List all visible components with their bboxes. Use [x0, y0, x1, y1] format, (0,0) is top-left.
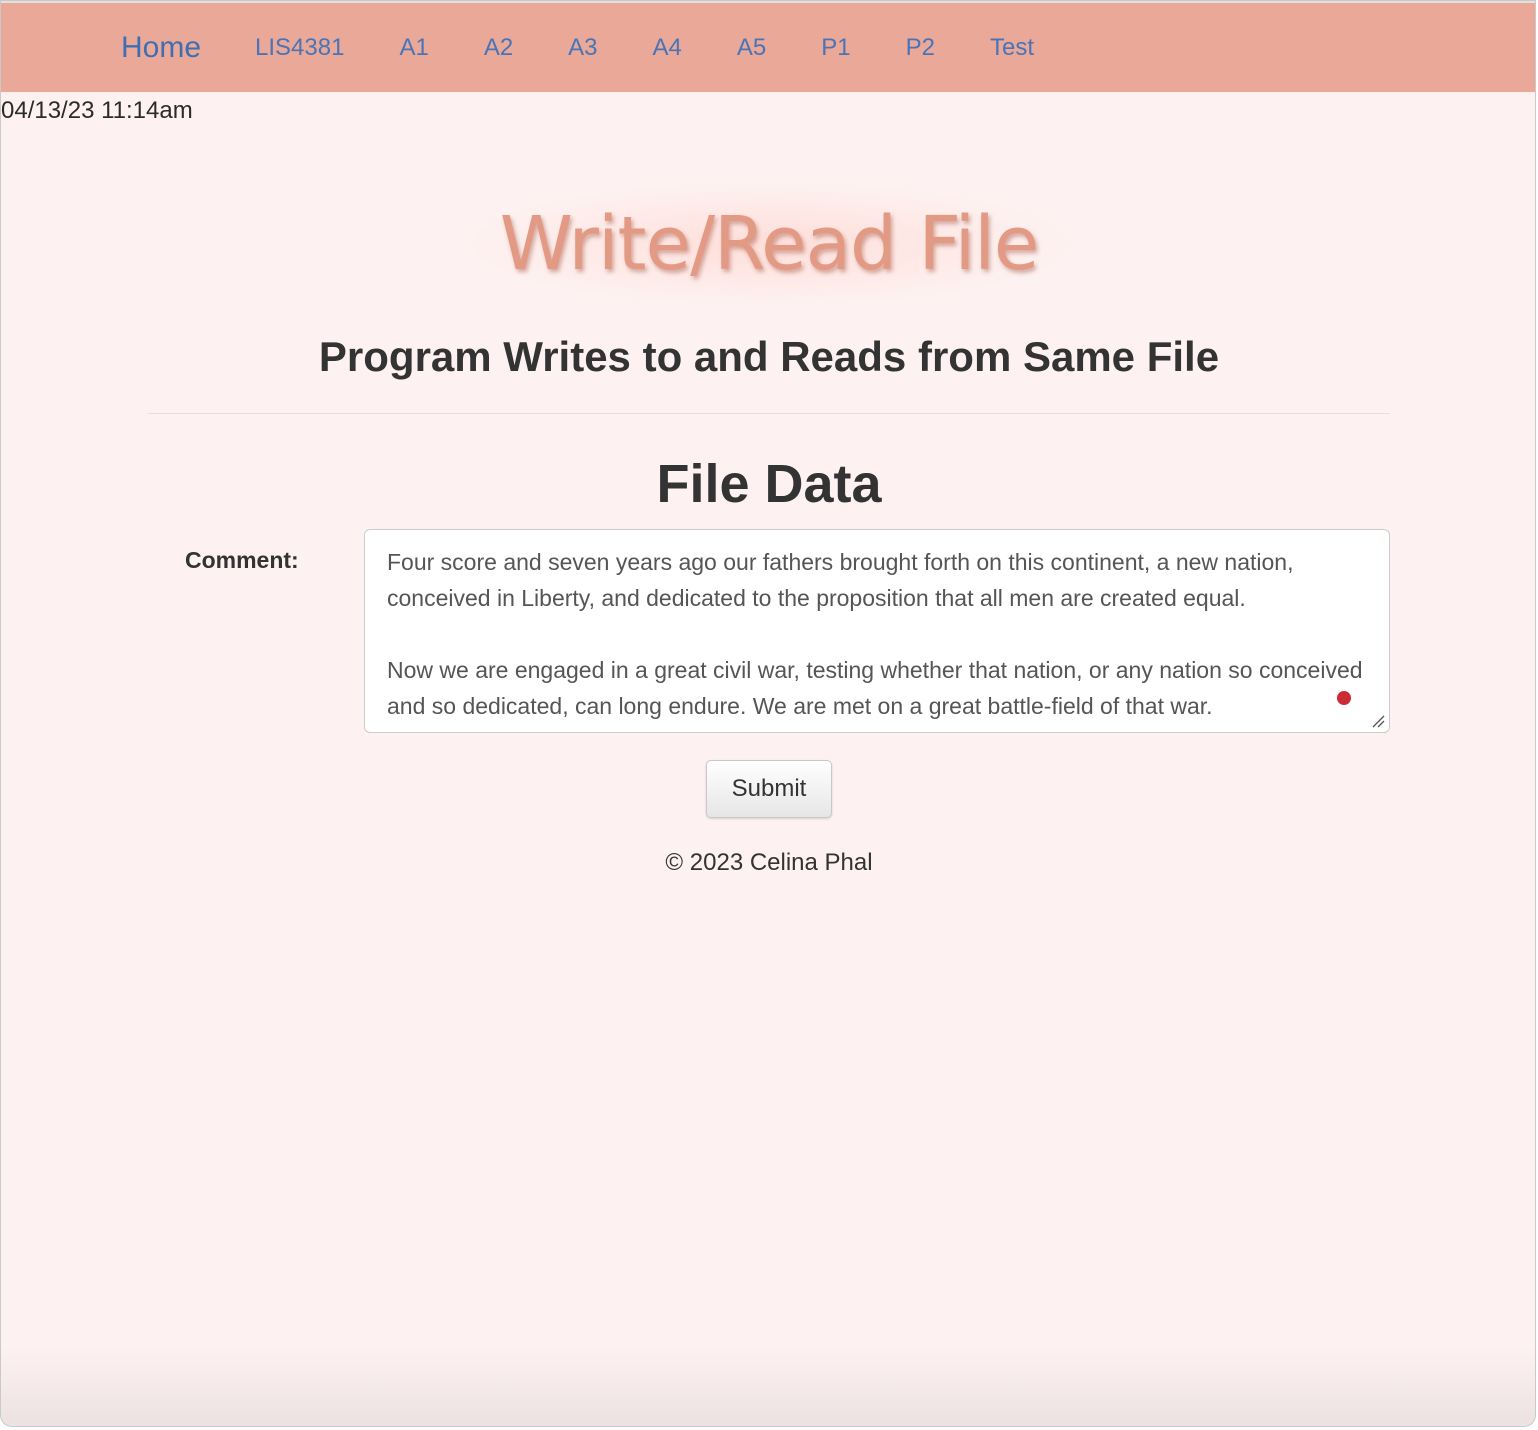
- submit-button[interactable]: Submit: [706, 760, 832, 818]
- date-time-display: 04/13/23 11:14am: [1, 97, 193, 124]
- footer-copyright: © 2023 Celina Phal: [665, 849, 873, 876]
- nav-item-a5[interactable]: A5: [737, 34, 766, 62]
- nav-item-a2[interactable]: A2: [484, 34, 513, 62]
- page-title: Write/Read File: [499, 201, 1040, 287]
- page-subtitle: Program Writes to and Reads from Same Fi…: [318, 333, 1220, 380]
- nav-home-link[interactable]: Home: [121, 31, 201, 65]
- nav-item-p2[interactable]: P2: [906, 34, 935, 62]
- nav-item-lis4381[interactable]: LIS4381: [255, 34, 344, 62]
- resize-handle-icon[interactable]: [1371, 714, 1385, 728]
- bottom-shadow: [1, 1346, 1535, 1426]
- nav-item-a4[interactable]: A4: [653, 34, 682, 62]
- nav-item-test[interactable]: Test: [990, 34, 1034, 62]
- title-glow: Write/Read File: [459, 181, 1079, 307]
- section-heading: File Data: [656, 454, 882, 514]
- header-divider: [148, 413, 1390, 414]
- comment-label: Comment:: [185, 547, 299, 573]
- comment-textarea[interactable]: Four score and seven years ago our fathe…: [364, 529, 1390, 733]
- page-title-container: Write/Read File: [1, 181, 1535, 307]
- nav-item-p1[interactable]: P1: [821, 34, 850, 62]
- nav-item-a1[interactable]: A1: [399, 34, 428, 62]
- top-navbar: Home LIS4381 A1 A2 A3 A4 A5 P1 P2 Test: [1, 1, 1535, 92]
- nav-item-a3[interactable]: A3: [568, 34, 597, 62]
- browser-window: Home LIS4381 A1 A2 A3 A4 A5 P1 P2 Test 0…: [0, 0, 1536, 1427]
- notification-dot-icon: [1337, 691, 1351, 705]
